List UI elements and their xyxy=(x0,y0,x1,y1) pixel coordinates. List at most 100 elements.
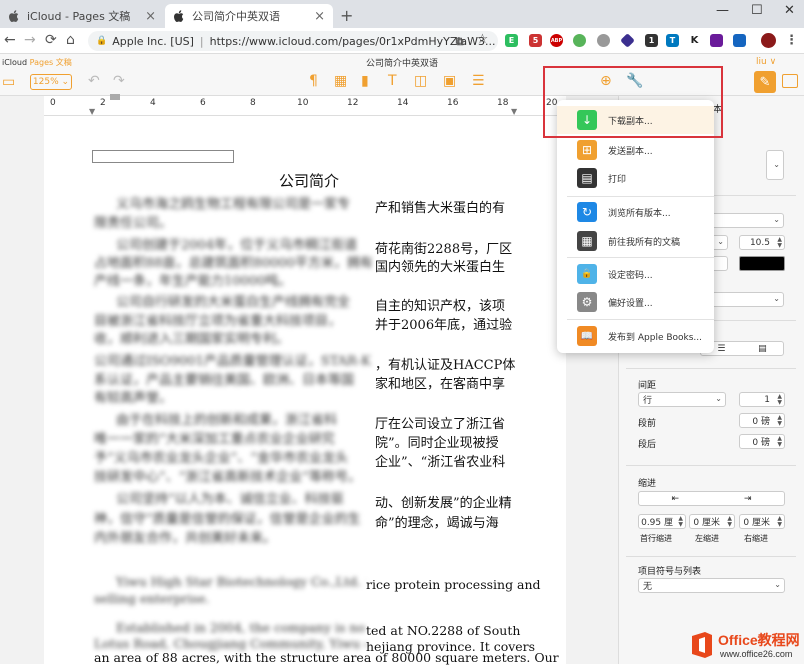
menu-item-publish-apple-books[interactable]: 📖 发布到 Apple Books... xyxy=(557,322,714,350)
en-line-visible: rice protein processing and xyxy=(366,577,541,592)
format-brush-icon[interactable]: ✎ xyxy=(754,71,776,93)
font-size-field[interactable]: 10.5 ▲ ▼ xyxy=(739,235,785,250)
tab-company-profile[interactable]: 公司简介中英双语 × xyxy=(165,4,333,28)
menu-item-preferences[interactable]: ⚙ 偏好设置... xyxy=(557,288,714,316)
header-placeholder[interactable] xyxy=(92,150,234,163)
sidebar-toggle-icon[interactable]: ▭ xyxy=(2,74,15,90)
menu-item-all-documents[interactable]: ▦ 前往我所有的文稿 xyxy=(557,227,714,255)
table-icon[interactable]: ▦ xyxy=(334,73,347,89)
circle-green-icon[interactable] xyxy=(573,34,586,47)
right-indent-marker-icon[interactable]: ▼ xyxy=(511,107,517,116)
zh-line-blurred: 唯一一家的“大米深加工重点农业企业研究 xyxy=(94,432,335,447)
space-before-field[interactable]: 0 磅 ▲ ▼ xyxy=(739,413,785,428)
home-button[interactable]: ⌂ xyxy=(66,32,75,48)
document-heading[interactable]: 公司简介 xyxy=(0,170,618,191)
line-spacing-field[interactable]: 1 ▲ ▼ xyxy=(739,392,785,407)
menu-item-browse-versions[interactable]: ↻ 浏览所有版本... xyxy=(557,198,714,226)
browser-tab-strip: iCloud - Pages 文稿 × 公司简介中英双语 × + — ☐ ✕ xyxy=(0,0,804,28)
badge-1-icon[interactable]: 1 xyxy=(645,34,658,47)
minimize-button[interactable]: — xyxy=(716,3,729,18)
space-before-value: 0 磅 xyxy=(752,417,770,427)
left-indent-field[interactable]: 0 厘米 ▲ ▼ xyxy=(689,514,735,529)
menu-item-label: 打印 xyxy=(608,175,627,185)
watermark-brand: Office教程网 xyxy=(718,632,800,648)
menu-item-print[interactable]: ▤ 打印 xyxy=(557,164,714,192)
space-after-field[interactable]: 0 磅 ▲ ▼ xyxy=(739,434,785,449)
menu-item-label: 设定密码... xyxy=(608,271,653,281)
new-tab-button[interactable]: + xyxy=(340,6,353,25)
close-tab-icon[interactable]: × xyxy=(314,9,325,24)
list-label: 项目符号与列表 xyxy=(638,567,702,577)
books-icon: 📖 xyxy=(577,326,597,346)
menu-item-set-password[interactable]: 🔒 设定密码... xyxy=(557,260,714,288)
paragraph-icon[interactable]: ¶ xyxy=(309,73,318,89)
circle-gray-icon[interactable] xyxy=(597,34,610,47)
user-menu[interactable]: liu ∨ xyxy=(756,57,776,67)
menu-item-send-copy[interactable]: ⊞ 发送副本... xyxy=(557,136,714,164)
right-indent-field[interactable]: 0 厘米 ▲ ▼ xyxy=(739,514,785,529)
close-window-button[interactable]: ✕ xyxy=(784,3,795,18)
profile-avatar-icon[interactable] xyxy=(761,33,776,48)
text-box-icon[interactable]: T xyxy=(388,73,397,89)
trello-icon[interactable]: T xyxy=(666,34,679,47)
k-icon[interactable]: K xyxy=(688,34,701,47)
zh-line-blurred: 公司自行研发的大米蛋白生产线拥有完全 xyxy=(116,295,351,310)
first-indent-field[interactable]: 0.95 厘 ▲ ▼ xyxy=(638,514,686,529)
text-color-well[interactable] xyxy=(739,256,785,271)
space-after-value: 0 磅 xyxy=(752,438,770,448)
zh-line-visible: 产和销售大米蛋白的有 xyxy=(375,201,506,216)
first-line-indent-marker-icon[interactable] xyxy=(110,94,120,100)
back-button[interactable]: ← xyxy=(4,32,16,48)
align-justify-icon[interactable]: ▤ xyxy=(758,344,767,354)
undo-icon[interactable]: ↶ xyxy=(88,73,100,89)
align-right-icon[interactable]: ☰ xyxy=(717,344,725,354)
en-line-blurred: Lotus Road, Chougjiang Community, Yiwu c… xyxy=(94,636,366,651)
comment-icon[interactable]: ☰ xyxy=(472,73,485,89)
purple-ext-icon[interactable] xyxy=(710,34,723,47)
translate-icon[interactable]: ⧉ xyxy=(453,35,466,48)
apple-icon xyxy=(8,10,20,22)
translate-ext-icon[interactable] xyxy=(733,34,746,47)
menu-dots-icon[interactable]: ⋮ xyxy=(785,33,798,48)
zh-line-visible: 企业”、“浙江省农业科 xyxy=(375,455,506,470)
document-sidebar-icon[interactable] xyxy=(782,74,798,88)
menu-separator xyxy=(567,319,714,320)
spacing-label: 间距 xyxy=(638,381,657,391)
shape-icon[interactable]: ◫ xyxy=(414,73,427,89)
indent-label: 缩进 xyxy=(638,479,657,489)
menu-item-label: 偏好设置... xyxy=(608,299,653,309)
paragraph-style-select[interactable]: ⌄ xyxy=(766,150,784,180)
spacing-unit-select[interactable]: 行 ⌄ xyxy=(638,392,726,407)
grid-icon: ▦ xyxy=(577,231,597,251)
media-icon[interactable]: ▣ xyxy=(443,73,456,89)
forward-button[interactable]: → xyxy=(24,32,36,48)
zh-line-visible: 国内领先的大米蛋白生 xyxy=(375,260,506,275)
tab-icloud-pages[interactable]: iCloud - Pages 文稿 × xyxy=(0,4,164,28)
en-line: selling enterprise. xyxy=(94,591,516,609)
address-bar[interactable]: 🔒 Apple Inc. [US] | https://www.icloud.c… xyxy=(88,31,498,51)
increase-indent-icon[interactable]: ⇥ xyxy=(744,494,752,504)
bookmark-star-icon[interactable]: ☆ xyxy=(476,32,489,47)
zh-line: 产线一条，年生产能力10000吨。 xyxy=(94,270,291,293)
menu-item-label: 发布到 Apple Books... xyxy=(608,333,703,343)
left-indent-marker-icon[interactable]: ▼ xyxy=(89,107,95,116)
indent-buttons[interactable]: ⇤ ⇥ xyxy=(638,491,785,506)
menu-item-label: 前往我所有的文稿 xyxy=(608,238,681,248)
en-line: an area of 88 acres, with the structure … xyxy=(94,650,559,665)
redo-icon[interactable]: ↷ xyxy=(113,73,125,89)
decrease-indent-icon[interactable]: ⇤ xyxy=(671,494,679,504)
mail-icon[interactable]: 5 xyxy=(529,34,542,47)
reload-button[interactable]: ⟳ xyxy=(45,32,57,48)
close-tab-icon[interactable]: × xyxy=(145,9,156,24)
zoom-select[interactable]: 125% ⌄ xyxy=(30,74,72,90)
zh-line-blurred: 占地面积88亩，总建筑面积80000平方米，拥有 xyxy=(94,256,373,271)
apple-icon xyxy=(173,10,185,22)
list-style-select[interactable]: 无 ⌄ xyxy=(638,578,785,593)
maximize-button[interactable]: ☐ xyxy=(751,3,763,18)
chart-icon[interactable]: ▮ xyxy=(361,73,369,89)
menu-separator xyxy=(567,196,714,197)
adblock-icon[interactable]: ABP xyxy=(550,34,563,47)
cube-icon[interactable] xyxy=(620,33,635,48)
evernote-icon[interactable]: E xyxy=(505,34,518,47)
tab-title: iCloud - Pages 文稿 xyxy=(27,10,131,23)
